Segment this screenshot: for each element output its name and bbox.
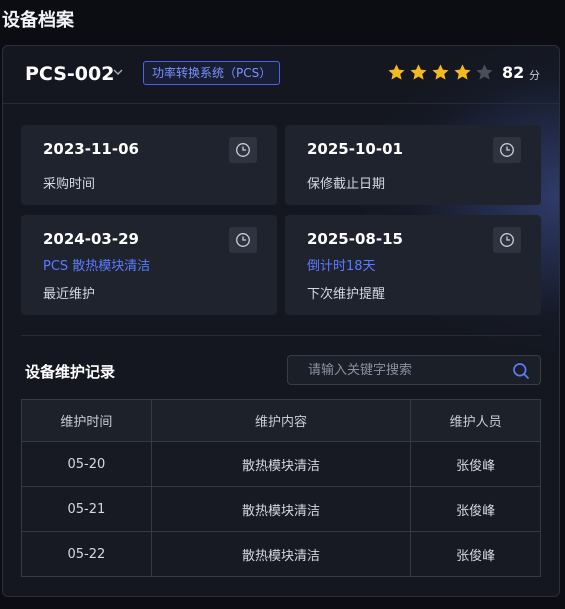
- table-row[interactable]: 05-22 散热模块清洁 张俊峰: [21, 531, 541, 577]
- card-purchase-date: 2023-11-06 采购时间: [21, 125, 277, 205]
- search-box: [287, 355, 541, 385]
- star-icon: [432, 64, 449, 80]
- cell-content: 散热模块清洁: [150, 531, 412, 577]
- card-date: 2025-10-01: [307, 140, 403, 158]
- search-input[interactable]: [288, 356, 508, 384]
- card-label: 采购时间: [43, 177, 96, 192]
- clock-icon: [500, 143, 514, 157]
- card-label: 保修截止日期: [307, 177, 386, 192]
- cell-time: 05-20: [21, 441, 152, 487]
- card-date: 2025-08-15: [307, 230, 403, 248]
- card-date: 2023-11-06: [43, 140, 139, 158]
- cell-content: 散热模块清洁: [150, 486, 412, 532]
- clock-button[interactable]: [229, 137, 257, 163]
- cell-person: 张俊峰: [410, 441, 541, 487]
- star-icon: [388, 64, 405, 80]
- card-label: 最近维护: [43, 287, 96, 302]
- cell-time: 05-21: [21, 486, 152, 532]
- device-header: PCS-002 功率转换系统（PCS） 82 分: [3, 46, 559, 104]
- maintenance-table: 维护时间 维护内容 维护人员 05-20 散热模块清洁 张俊峰 05-21 散热…: [21, 399, 541, 577]
- table-row[interactable]: 05-20 散热模块清洁 张俊峰: [21, 441, 541, 487]
- device-name[interactable]: PCS-002: [25, 63, 114, 85]
- cell-content: 散热模块清洁: [150, 441, 412, 487]
- card-last-maintenance: 2024-03-29 PCS 散热模块清洁 最近维护: [21, 215, 277, 315]
- card-date: 2024-03-29: [43, 230, 139, 248]
- cell-person: 张俊峰: [410, 486, 541, 532]
- column-header-content: 维护内容: [150, 399, 412, 442]
- column-header-person: 维护人员: [410, 399, 541, 442]
- clock-button[interactable]: [229, 227, 257, 253]
- page-title: 设备档案: [2, 10, 74, 31]
- star-empty-icon: [476, 64, 493, 80]
- search-icon[interactable]: [512, 362, 530, 380]
- table-row[interactable]: 05-21 散热模块清洁 张俊峰: [21, 486, 541, 532]
- clock-icon: [236, 143, 250, 157]
- card-next-maintenance: 2025-08-15 倒计时18天 下次维护提醒: [285, 215, 541, 315]
- records-title: 设备维护记录: [25, 363, 116, 381]
- cell-person: 张俊峰: [410, 531, 541, 577]
- rating-stars: [387, 63, 494, 83]
- score-unit: 分: [529, 69, 540, 82]
- chevron-down-icon[interactable]: [111, 65, 125, 79]
- clock-icon: [236, 233, 250, 247]
- card-countdown: 倒计时18天: [307, 259, 376, 274]
- column-header-time: 维护时间: [21, 399, 152, 442]
- table-header-row: 维护时间 维护内容 维护人员: [21, 399, 541, 442]
- clock-icon: [500, 233, 514, 247]
- device-panel: PCS-002 功率转换系统（PCS） 82 分 2023-11-06 采购时间…: [2, 45, 560, 597]
- card-label: 下次维护提醒: [307, 287, 386, 302]
- score-value: 82: [502, 63, 525, 82]
- clock-button[interactable]: [493, 227, 521, 253]
- card-warranty-end: 2025-10-01 保修截止日期: [285, 125, 541, 205]
- device-type-badge: 功率转换系统（PCS）: [143, 61, 281, 85]
- star-icon: [410, 64, 427, 80]
- cell-time: 05-22: [21, 531, 152, 577]
- star-icon: [454, 64, 471, 80]
- clock-button[interactable]: [493, 137, 521, 163]
- section-divider: [21, 335, 541, 336]
- card-maintenance-item[interactable]: PCS 散热模块清洁: [43, 255, 150, 274]
